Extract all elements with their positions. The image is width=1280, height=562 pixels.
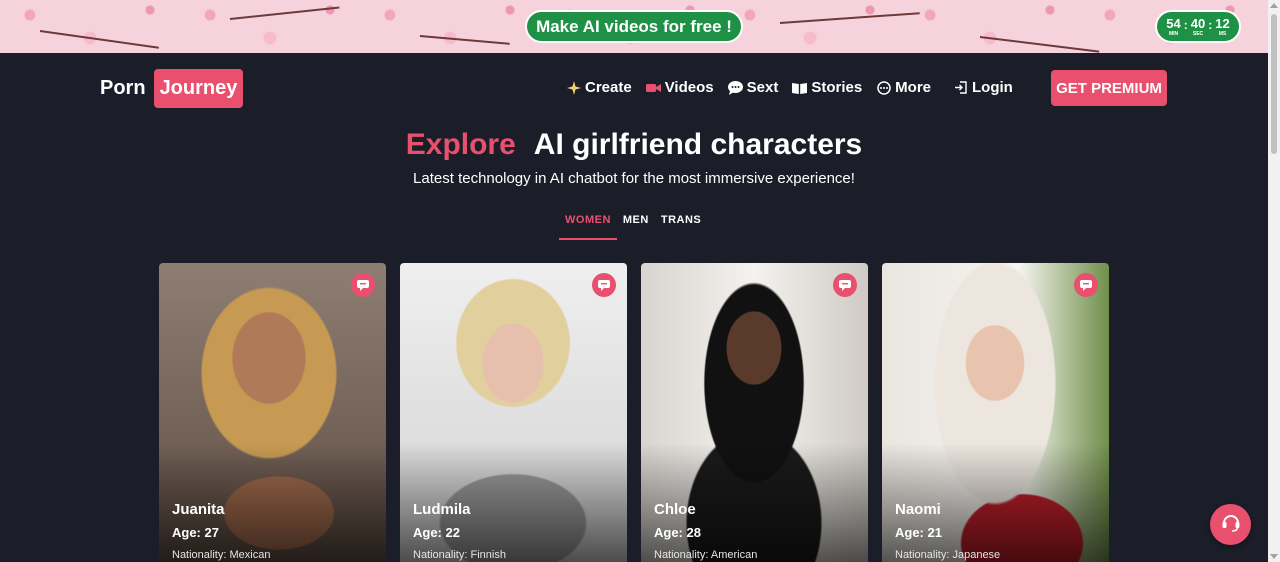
scroll-down-icon[interactable] xyxy=(1270,554,1278,559)
nav-sext[interactable]: Sext xyxy=(727,79,779,96)
character-nationality: Nationality: American xyxy=(654,549,758,561)
countdown-timer: 54 MIN : 40 SEC : 12 MS xyxy=(1155,10,1241,43)
character-nationality: Nationality: Finnish xyxy=(413,549,506,561)
gender-tabs: WOMEN MEN TRANS xyxy=(559,212,707,240)
support-button[interactable] xyxy=(1210,504,1251,545)
nav-stories-label: Stories xyxy=(811,79,863,96)
title-accent: Explore xyxy=(405,128,516,161)
logo-part2: Journey xyxy=(153,69,244,108)
login-icon xyxy=(953,80,968,95)
character-age: Age: 27 xyxy=(172,525,219,540)
scroll-up-icon[interactable] xyxy=(1270,3,1278,8)
timer-minutes-label: MIN xyxy=(1168,30,1179,37)
logo-part1: Porn xyxy=(100,77,146,99)
headset-icon xyxy=(1220,511,1242,538)
page-subtitle: Latest technology in AI chatbot for the … xyxy=(413,170,855,187)
chat-icon[interactable] xyxy=(833,273,857,297)
chat-icon[interactable] xyxy=(592,273,616,297)
character-nationality: Nationality: Japanese xyxy=(895,549,1001,561)
promo-banner: Make AI videos for free ! 54 MIN : 40 SEC … xyxy=(0,0,1268,53)
tab-trans[interactable]: TRANS xyxy=(655,212,707,240)
character-card[interactable]: Chloe Age: 28 Nationality: American xyxy=(641,263,868,562)
character-age: Age: 21 xyxy=(895,525,942,540)
nav-login[interactable]: Login xyxy=(953,79,1013,96)
character-nationality: Nationality: Mexican xyxy=(172,549,271,561)
page-title: Explore AI girlfriend characters xyxy=(0,128,1268,162)
make-ai-videos-button[interactable]: Make AI videos for free ! xyxy=(525,10,743,43)
scrollbar-thumb[interactable] xyxy=(1271,14,1277,154)
nav-more-label: More xyxy=(895,79,932,96)
character-name: Chloe xyxy=(654,501,696,518)
title-rest: AI girlfriend characters xyxy=(533,128,863,161)
character-card[interactable]: Naomi Age: 21 Nationality: Japanese xyxy=(882,263,1109,562)
chat-icon[interactable] xyxy=(351,273,375,297)
character-card[interactable]: Ludmila Age: 22 Nationality: Finnish xyxy=(400,263,627,562)
page-scrollbar[interactable] xyxy=(1268,0,1280,562)
chat-icon[interactable] xyxy=(1074,273,1098,297)
character-name: Ludmila xyxy=(413,501,471,518)
book-icon xyxy=(792,80,808,95)
character-card[interactable]: Juanita Age: 27 Nationality: Mexican xyxy=(159,263,386,562)
nav-videos-label: Videos xyxy=(664,79,714,96)
sparkle-icon xyxy=(566,80,581,95)
chat-bubble-icon xyxy=(727,80,743,95)
nav-create[interactable]: Create xyxy=(566,79,632,96)
more-dots-icon xyxy=(876,80,891,95)
get-premium-button[interactable]: GET PREMIUM xyxy=(1051,70,1167,106)
timer-seconds: 40 xyxy=(1190,15,1206,31)
main-nav: Create Videos Sext Stories More Login xyxy=(566,79,1013,96)
timer-seconds-label: SEC xyxy=(1192,30,1204,37)
site-logo[interactable]: Porn Journey xyxy=(100,69,244,108)
nav-login-label: Login xyxy=(972,79,1013,96)
tab-women[interactable]: WOMEN xyxy=(559,212,617,240)
video-camera-icon xyxy=(645,80,661,95)
nav-create-label: Create xyxy=(585,79,632,96)
timer-ms-label: MS xyxy=(1218,30,1227,37)
timer-ms: 12 xyxy=(1215,15,1230,31)
character-age: Age: 22 xyxy=(413,525,460,540)
nav-stories[interactable]: Stories xyxy=(792,79,862,96)
nav-more[interactable]: More xyxy=(876,79,931,96)
nav-sext-label: Sext xyxy=(746,79,779,96)
character-age: Age: 28 xyxy=(654,525,701,540)
timer-minutes: 54 xyxy=(1166,15,1181,31)
character-name: Naomi xyxy=(895,501,941,518)
nav-videos[interactable]: Videos xyxy=(645,79,714,96)
tab-men[interactable]: MEN xyxy=(617,212,655,240)
character-name: Juanita xyxy=(172,501,225,518)
